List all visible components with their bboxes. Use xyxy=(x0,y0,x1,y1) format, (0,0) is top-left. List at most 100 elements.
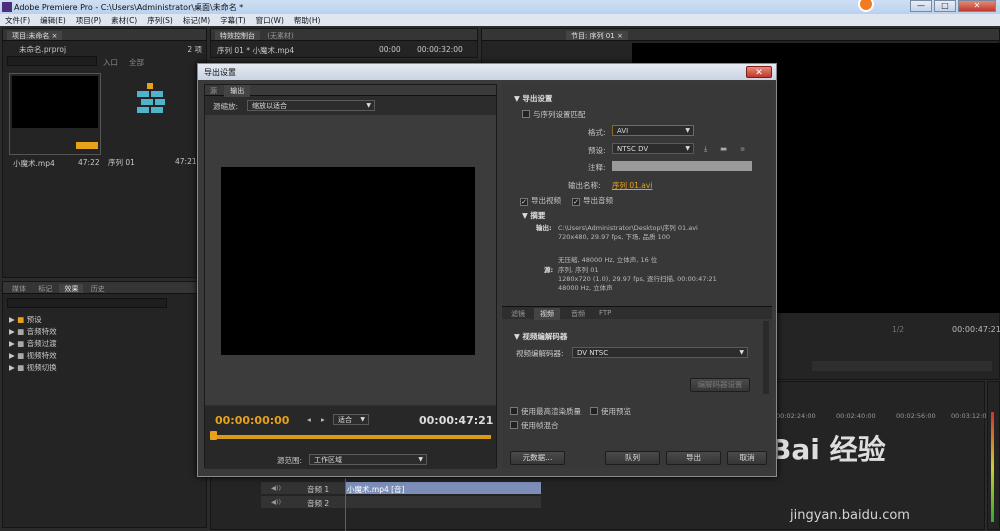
tab-effects[interactable]: 效果 xyxy=(59,284,84,293)
tree-item-audio-transitions[interactable]: ▶ ■ 音频过渡 xyxy=(9,338,57,350)
search-in-label[interactable]: 入口 xyxy=(103,57,118,68)
tree-item-video-effects[interactable]: ▶ ■ 视频特效 xyxy=(9,350,57,362)
menu-clip[interactable]: 素材(C) xyxy=(106,14,142,27)
speaker-icon[interactable]: ◀)) xyxy=(271,484,281,492)
source-range-dropdown[interactable]: 工作区域 ▼ xyxy=(309,454,427,465)
tab-source[interactable]: (无素材) xyxy=(262,31,298,40)
step-forward-icon[interactable]: ▸ xyxy=(321,415,325,424)
import-preset-icon[interactable]: ▬ xyxy=(720,144,727,153)
effects-tree: ▶ ■ 预设 ▶ ■ 音频特效 ▶ ■ 音频过渡 ▶ ■ 视频特效 ▶ ■ 视频… xyxy=(9,314,57,374)
tab-output-left[interactable]: 输出 xyxy=(224,85,251,97)
window-close-button[interactable]: ✕ xyxy=(958,0,996,12)
tc-in[interactable]: 00:00:00:00 xyxy=(215,414,289,427)
audio-track-2-label: 音频 2 xyxy=(307,499,330,508)
tab-filters[interactable]: 滤镜 xyxy=(506,309,530,319)
tab-program[interactable]: 节目: 序列 01 × xyxy=(566,31,628,40)
match-sequence-checkbox[interactable]: 与序列设置匹配 xyxy=(522,109,586,120)
codec-header[interactable]: ▼ 视频编解码器 xyxy=(514,331,567,342)
menu-edit[interactable]: 编辑(E) xyxy=(35,14,71,27)
sequence-item[interactable]: 序列 01 47:21 xyxy=(105,73,197,167)
menu-help[interactable]: 帮助(H) xyxy=(289,14,326,27)
tab-ftp[interactable]: FTP xyxy=(594,309,616,317)
tab-history[interactable]: 历史 xyxy=(86,284,110,293)
frame-blend-checkbox[interactable]: 使用帧混合 xyxy=(510,420,559,431)
cancel-button[interactable]: 取消 xyxy=(727,451,767,465)
output-name-link[interactable]: 序列 01.avi xyxy=(612,180,652,191)
window-title: Adobe Premiere Pro - C:\Users\Administra… xyxy=(14,3,244,12)
export-video-checkbox[interactable]: ✓ 导出视频 xyxy=(520,195,561,206)
chevron-down-icon: ▼ xyxy=(366,102,371,109)
tab-video[interactable]: 视频 xyxy=(534,308,560,320)
tab-source-left[interactable]: 源 xyxy=(205,85,222,97)
search-scope[interactable]: 全部 xyxy=(129,57,144,68)
dialog-title: 导出设置 xyxy=(198,64,776,80)
tab-project[interactable]: 项目:未命名 × xyxy=(7,31,63,40)
source-monitor: 特效控制台 (无素材) 序列 01 * 小魔术.mp4 00:00 00:00:… xyxy=(210,28,478,58)
program-timecode: 00:00:47:21 xyxy=(952,325,1000,334)
delete-preset-icon[interactable]: ▪ xyxy=(740,144,745,153)
step-back-icon[interactable]: ◂ xyxy=(307,415,311,424)
watermark-url: jingyan.baidu.com xyxy=(790,508,910,523)
tab-markers[interactable]: 标记 xyxy=(33,284,57,293)
menu-project[interactable]: 项目(P) xyxy=(71,14,106,27)
maximize-button[interactable]: □ xyxy=(934,0,956,12)
playhead-handle-icon[interactable] xyxy=(210,431,217,440)
codec-label: 视频编解码器: xyxy=(516,349,564,358)
menu-bar: 文件(F) 编辑(E) 项目(P) 素材(C) 序列(S) 标记(M) 字幕(T) 窗口(W)… xyxy=(0,14,1000,26)
queue-button[interactable]: 队列 xyxy=(605,451,660,465)
program-transport-controls[interactable] xyxy=(812,361,992,371)
max-render-checkbox[interactable]: 使用最高渲染质量 xyxy=(510,406,581,417)
ruler-4: 00:03:12:0 xyxy=(951,412,987,420)
export-button[interactable]: 导出 xyxy=(666,451,721,465)
program-ratio[interactable]: 1/2 xyxy=(892,325,904,334)
menu-file[interactable]: 文件(F) xyxy=(0,14,35,27)
tree-item-audio-effects[interactable]: ▶ ■ 音频特效 xyxy=(9,326,57,338)
audio-clip-label: 小魔术.mp4 [音] xyxy=(347,485,405,494)
metadata-button[interactable]: 元数据... xyxy=(510,451,565,465)
project-search-input[interactable] xyxy=(7,56,97,66)
summary-header[interactable]: ▼ 摘要 xyxy=(522,210,545,221)
settings-scrollbar[interactable] xyxy=(763,321,769,394)
audio-clip[interactable]: 小魔术.mp4 [音] xyxy=(345,482,541,494)
tab-media[interactable]: 媒体 xyxy=(7,284,31,293)
source-tc-a: 00:00 xyxy=(379,45,401,54)
tab-effect-controls[interactable]: 特效控制台 xyxy=(215,31,260,40)
clip-av-icon xyxy=(76,142,98,149)
work-area-bar[interactable] xyxy=(213,435,491,439)
format-dropdown[interactable]: AVI ▼ xyxy=(612,125,694,136)
tc-out: 00:00:47:21 xyxy=(419,414,494,427)
use-preview-checkbox[interactable]: 使用预览 xyxy=(590,406,631,417)
audio-track-2[interactable]: ◀)) 音频 2 xyxy=(261,496,541,508)
minimize-button[interactable]: — xyxy=(910,0,932,12)
tab-audio[interactable]: 音频 xyxy=(566,309,590,319)
menu-sequence[interactable]: 序列(S) xyxy=(142,14,178,27)
tree-item-presets[interactable]: ▶ ■ 预设 xyxy=(9,314,57,326)
save-preset-icon[interactable]: ⤓ xyxy=(704,144,707,154)
audio-track-1[interactable]: ◀)) 音频 1 小魔术.mp4 [音] xyxy=(261,482,541,494)
comments-label: 注释: xyxy=(588,163,606,172)
speaker-icon[interactable]: ◀)) xyxy=(271,498,281,506)
tree-item-video-transitions[interactable]: ▶ ■ 视频切换 xyxy=(9,362,57,374)
codec-settings-button[interactable]: 编解码器设置 xyxy=(690,378,750,392)
preview-video xyxy=(221,167,475,355)
watermark-brand: Bai 经验 xyxy=(770,433,886,466)
export-audio-checkbox[interactable]: ✓ 导出音频 xyxy=(572,195,613,206)
dialog-close-button[interactable]: ✕ xyxy=(746,66,772,78)
menu-marker[interactable]: 标记(M) xyxy=(178,14,215,27)
preset-dropdown[interactable]: NTSC DV ▼ xyxy=(612,143,694,154)
notification-badge-icon[interactable] xyxy=(858,0,874,12)
summary-source: 序列, 序列 01 1280x720 (1.0), 29.97 fps, 逐行扫… xyxy=(558,266,717,293)
ruler-1: 00:02:24:00 xyxy=(776,412,816,420)
export-settings-header[interactable]: ▼ 导出设置 xyxy=(514,93,552,104)
comments-input[interactable] xyxy=(612,161,752,171)
summary-output-line: 720x480, 29.97 fps, 下场, 品质 100 xyxy=(558,233,671,241)
fit-dropdown[interactable]: 适合 ▼ xyxy=(333,414,369,425)
menu-window[interactable]: 窗口(W) xyxy=(251,14,289,27)
output-name-label: 输出名称: xyxy=(568,181,601,190)
playhead-line[interactable] xyxy=(345,478,346,531)
effects-search-input[interactable] xyxy=(7,298,167,308)
menu-title[interactable]: 字幕(T) xyxy=(215,14,250,27)
source-scaling-dropdown[interactable]: 缩放以适合 ▼ xyxy=(247,100,375,111)
clip-item[interactable]: 小魔术.mp4 47:22 xyxy=(9,73,101,168)
codec-dropdown[interactable]: DV NTSC ▼ xyxy=(572,347,748,358)
